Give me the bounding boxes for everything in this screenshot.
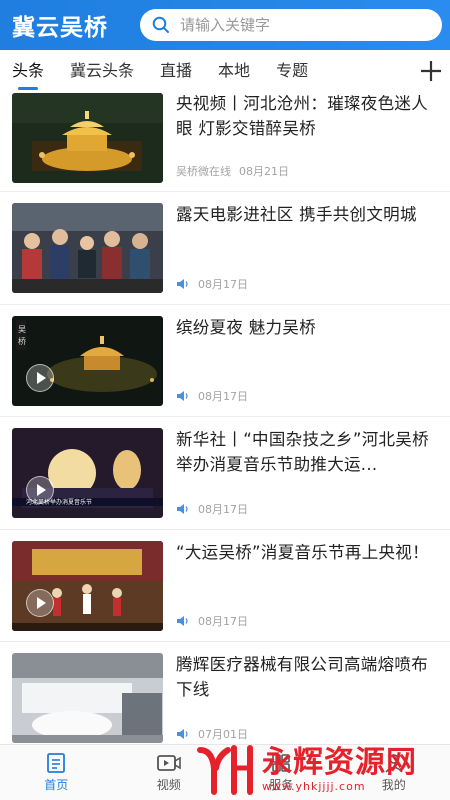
- add-channel-icon[interactable]: [418, 58, 444, 84]
- news-meta: 吴桥微在线 08月21日: [176, 163, 289, 179]
- news-title: 缤纷夏夜 魅力吴桥: [176, 317, 316, 337]
- app-title: 冀云吴桥: [12, 15, 108, 41]
- watermark: 永辉资源网 www.yhkjjjj.com: [194, 740, 444, 798]
- news-thumbnail: [12, 540, 163, 631]
- news-date: 08月17日: [198, 502, 248, 516]
- news-meta: 08月17日: [176, 613, 248, 629]
- news-meta: 08月17日: [176, 276, 248, 292]
- news-list: 央视频丨河北沧州：璀璨夜色迷人眼 灯影交错醉吴桥 吴桥微在线 08月21日 露天…: [0, 92, 450, 744]
- video-icon: [156, 755, 181, 771]
- news-meta: 08月17日: [176, 501, 248, 517]
- news-meta: 08月17日: [176, 388, 248, 404]
- list-item[interactable]: “大运吴桥”消夏音乐节再上央视！ 08月17日: [0, 530, 450, 642]
- watermark-text: 永辉资源网: [262, 744, 417, 780]
- tab-topics[interactable]: 专题: [276, 50, 308, 92]
- news-date: 08月17日: [198, 390, 248, 403]
- news-thumbnail: 河北吴桥举办消夏音乐节: [12, 428, 163, 518]
- audio-icon[interactable]: [176, 390, 190, 402]
- tab-jiyun-headlines[interactable]: 冀云头条: [70, 50, 134, 92]
- news-date: 08月17日: [198, 277, 248, 291]
- play-icon[interactable]: [26, 363, 54, 392]
- tab-live[interactable]: 直播: [160, 50, 192, 92]
- tab-headlines[interactable]: 头条: [12, 50, 44, 92]
- audio-icon[interactable]: [176, 278, 190, 290]
- news-title: 新华社丨“中国杂技之乡”河北吴桥举办消夏音乐节助推大运...: [176, 430, 429, 474]
- list-item[interactable]: 河北吴桥举办消夏音乐节 新华社丨“中国杂技之乡”河北吴桥举办消夏音乐节助推大运.…: [0, 417, 450, 530]
- list-item[interactable]: 央视频丨河北沧州：璀璨夜色迷人眼 灯影交错醉吴桥 吴桥微在线 08月21日: [0, 92, 450, 192]
- news-title: 央视频丨河北沧州：璀璨夜色迷人眼 灯影交错醉吴桥: [176, 94, 428, 138]
- news-thumbnail: [12, 93, 163, 183]
- nav-home[interactable]: 首页: [0, 745, 113, 800]
- audio-icon[interactable]: [176, 503, 190, 515]
- tab-local[interactable]: 本地: [218, 50, 250, 92]
- list-item[interactable]: 腾辉医疗器械有限公司高端熔喷布下线 07月01日: [0, 642, 450, 744]
- nav-video-label: 视频: [156, 778, 181, 792]
- news-thumbnail: 吴 桥: [12, 315, 163, 406]
- news-title: 腾辉医疗器械有限公司高端熔喷布下线: [176, 655, 428, 699]
- search-box[interactable]: [140, 9, 442, 41]
- search-input[interactable]: [180, 16, 400, 34]
- list-item[interactable]: 吴 桥 缤纷夏夜 魅力吴桥 08月17日: [0, 305, 450, 417]
- news-thumbnail: [12, 653, 163, 743]
- watermark-logo-icon: [197, 745, 253, 795]
- news-title: “大运吴桥”消夏音乐节再上央视！: [176, 542, 429, 562]
- svg-text:吴: 吴: [18, 325, 26, 334]
- nav-home-label: 首页: [44, 778, 69, 792]
- app-header: 冀云吴桥: [0, 0, 450, 50]
- play-icon[interactable]: [26, 588, 54, 617]
- audio-icon[interactable]: [176, 615, 190, 627]
- svg-text:桥: 桥: [18, 336, 26, 346]
- news-date: 08月21日: [239, 165, 289, 178]
- news-thumbnail: [12, 203, 163, 293]
- audio-icon[interactable]: [176, 728, 190, 740]
- play-icon[interactable]: [26, 476, 54, 504]
- news-source: 吴桥微在线: [176, 165, 231, 178]
- news-date: 08月17日: [198, 615, 248, 628]
- watermark-url: www.yhkjjjj.com: [262, 779, 366, 793]
- news-title: 露天电影进社区 携手共创文明城: [176, 205, 417, 224]
- list-item[interactable]: 露天电影进社区 携手共创文明城 08月17日: [0, 192, 450, 305]
- channel-tabs: 头条 冀云头条 直播 本地 专题: [0, 50, 450, 92]
- search-icon: [152, 16, 169, 33]
- home-icon: [47, 753, 66, 773]
